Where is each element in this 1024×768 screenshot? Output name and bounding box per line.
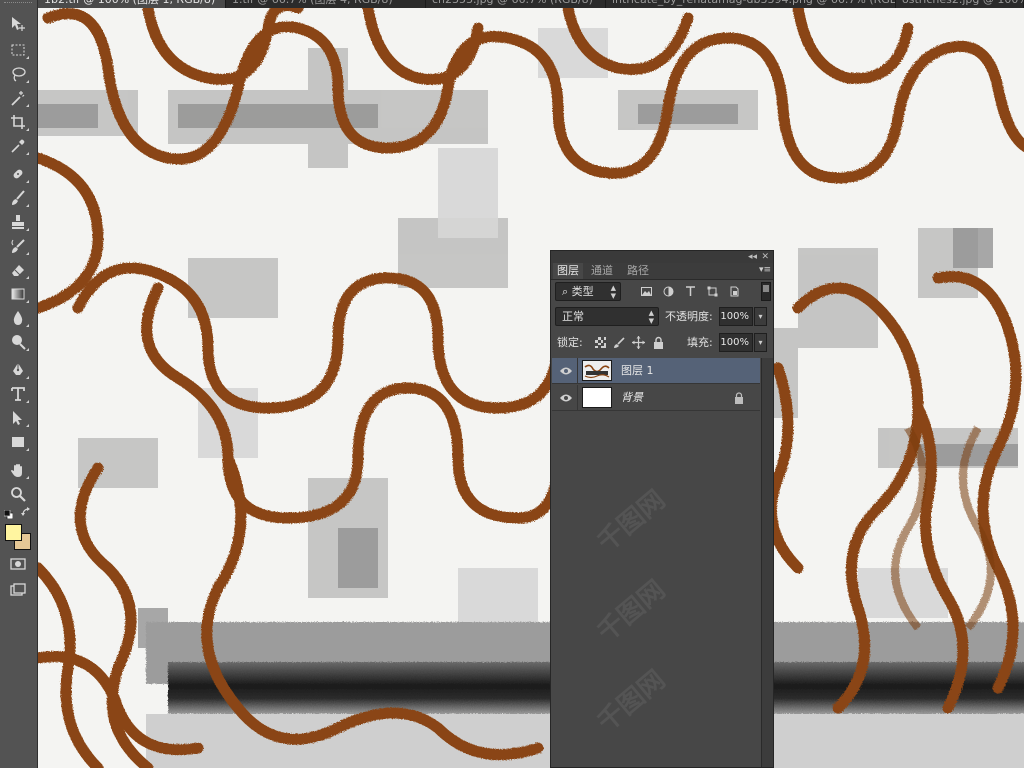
healing-brush-tool-icon[interactable] [7,164,29,184]
type-tool-icon[interactable] [7,384,29,404]
foreground-color-swatch[interactable] [5,524,22,541]
layer-lock-icon [735,392,743,404]
filter-adjustment-layer-icon[interactable] [663,286,674,297]
filter-type-layer-icon[interactable] [685,286,696,297]
zoom-tool-icon[interactable] [7,484,29,504]
brush-tool-icon[interactable] [7,188,29,208]
document-tab-ch2353[interactable]: ch2353.jpg @ 66.7% (RGB/8) [426,0,606,8]
blur-tool-icon[interactable] [7,308,29,328]
marquee-tool-icon[interactable] [7,40,29,60]
layer-row-background[interactable]: 背景 [552,385,760,411]
filter-shape-layer-icon[interactable] [707,286,718,297]
filter-search-icon: ⌕ [562,285,572,298]
toolbox [0,0,38,768]
layer-row-layer-1[interactable]: 图层 1 [552,358,760,384]
layers-panel: ◂◂ ✕ 图层 通道 路径 ▾≡ ⌕ 类型 ▲ ▼ 正常 ▲ ▼ 不透明度: 1… [550,250,774,768]
filter-pixel-layer-icon[interactable] [641,286,652,297]
eraser-tool-icon[interactable] [7,260,29,280]
tab-layers[interactable]: 图层 [553,263,583,279]
lock-position-icon[interactable] [632,336,645,349]
swap-colors-icon[interactable] [21,507,31,517]
filter-kind-label: 类型 [571,285,594,298]
filter-smart-object-icon[interactable] [729,286,740,297]
watermark: 千图网 [592,484,672,558]
fill-slider-toggle[interactable]: ▾ [754,333,767,352]
layer-thumbnail [582,360,612,381]
layer-name[interactable]: 图层 1 [621,358,654,384]
close-panel-icon[interactable]: ✕ [761,251,769,263]
layer-name[interactable]: 背景 [621,385,643,411]
clone-stamp-tool-icon[interactable] [7,212,29,232]
tab-paths[interactable]: 路径 [623,263,653,279]
filter-toggle-switch[interactable] [761,282,771,301]
visibility-toggle[interactable] [552,385,578,410]
toolbox-grip[interactable] [4,2,32,6]
opacity-label: 不透明度: [665,310,713,323]
pattern-artwork [38,8,1024,768]
path-selection-tool-icon[interactable] [7,408,29,428]
eye-icon [560,394,572,402]
visibility-toggle[interactable] [552,358,578,383]
dodge-tool-icon[interactable] [7,332,29,352]
document-canvas[interactable] [38,8,1024,768]
lasso-tool-icon[interactable] [7,64,29,84]
document-tab-intricate[interactable]: intricate_by_renatamag-db3394.png @ 66.7… [606,0,896,8]
blend-mode-value: 正常 [562,310,584,323]
fill-label: 填充: [687,336,713,349]
filter-kind-dropdown[interactable]: ⌕ 类型 ▲ ▼ [555,282,621,301]
history-brush-tool-icon[interactable] [7,236,29,256]
crop-tool-icon[interactable] [7,112,29,132]
hand-tool-icon[interactable] [7,460,29,480]
eyedropper-tool-icon[interactable] [7,136,29,156]
opacity-slider-toggle[interactable]: ▾ [754,307,767,326]
shape-tool-icon[interactable] [7,432,29,452]
watermark: 千图网 [592,664,672,738]
lock-image-pixels-icon[interactable] [613,337,625,349]
quick-mask-icon[interactable] [7,554,29,574]
layer-thumbnail [582,387,612,408]
panel-menu-icon[interactable]: ▾≡ [759,265,771,275]
blend-mode-dropdown[interactable]: 正常 ▲ ▼ [555,307,659,326]
document-tab-1b2[interactable]: 1b2.tif @ 100% (图层 1, RGB/8) [38,0,226,8]
panel-tab-row: 图层 通道 路径 ▾≡ [551,263,773,280]
lock-transparent-pixels-icon[interactable] [595,337,606,348]
eye-icon [560,367,572,375]
default-colors-icon[interactable] [3,509,14,520]
layers-scrollbar[interactable] [761,358,773,767]
layer-filter-row: ⌕ 类型 ▲ ▼ [551,282,773,302]
document-tab-1[interactable]: 1.tif @ 66.7% (图层 4, RGB/8) [226,0,426,8]
screen-mode-icon[interactable] [7,580,29,600]
collapse-panel-icon[interactable]: ◂◂ [748,251,757,263]
opacity-input[interactable]: 100% [719,307,753,326]
fill-input[interactable]: 100% [719,333,753,352]
watermark: 千图网 [592,574,672,648]
tab-channels[interactable]: 通道 [587,263,617,279]
pen-tool-icon[interactable] [7,360,29,380]
document-tab-ostriches2[interactable]: ostriches2.jpg @ 100% (RGB/8) [896,0,1024,8]
move-tool-icon[interactable] [7,14,29,34]
lock-label: 锁定: [557,336,583,349]
lock-all-icon[interactable] [653,336,664,349]
gradient-tool-icon[interactable] [7,284,29,304]
magic-wand-tool-icon[interactable] [7,88,29,108]
document-tab-bar: 1b2.tif @ 100% (图层 1, RGB/8) 1.tif @ 66.… [38,0,1024,8]
